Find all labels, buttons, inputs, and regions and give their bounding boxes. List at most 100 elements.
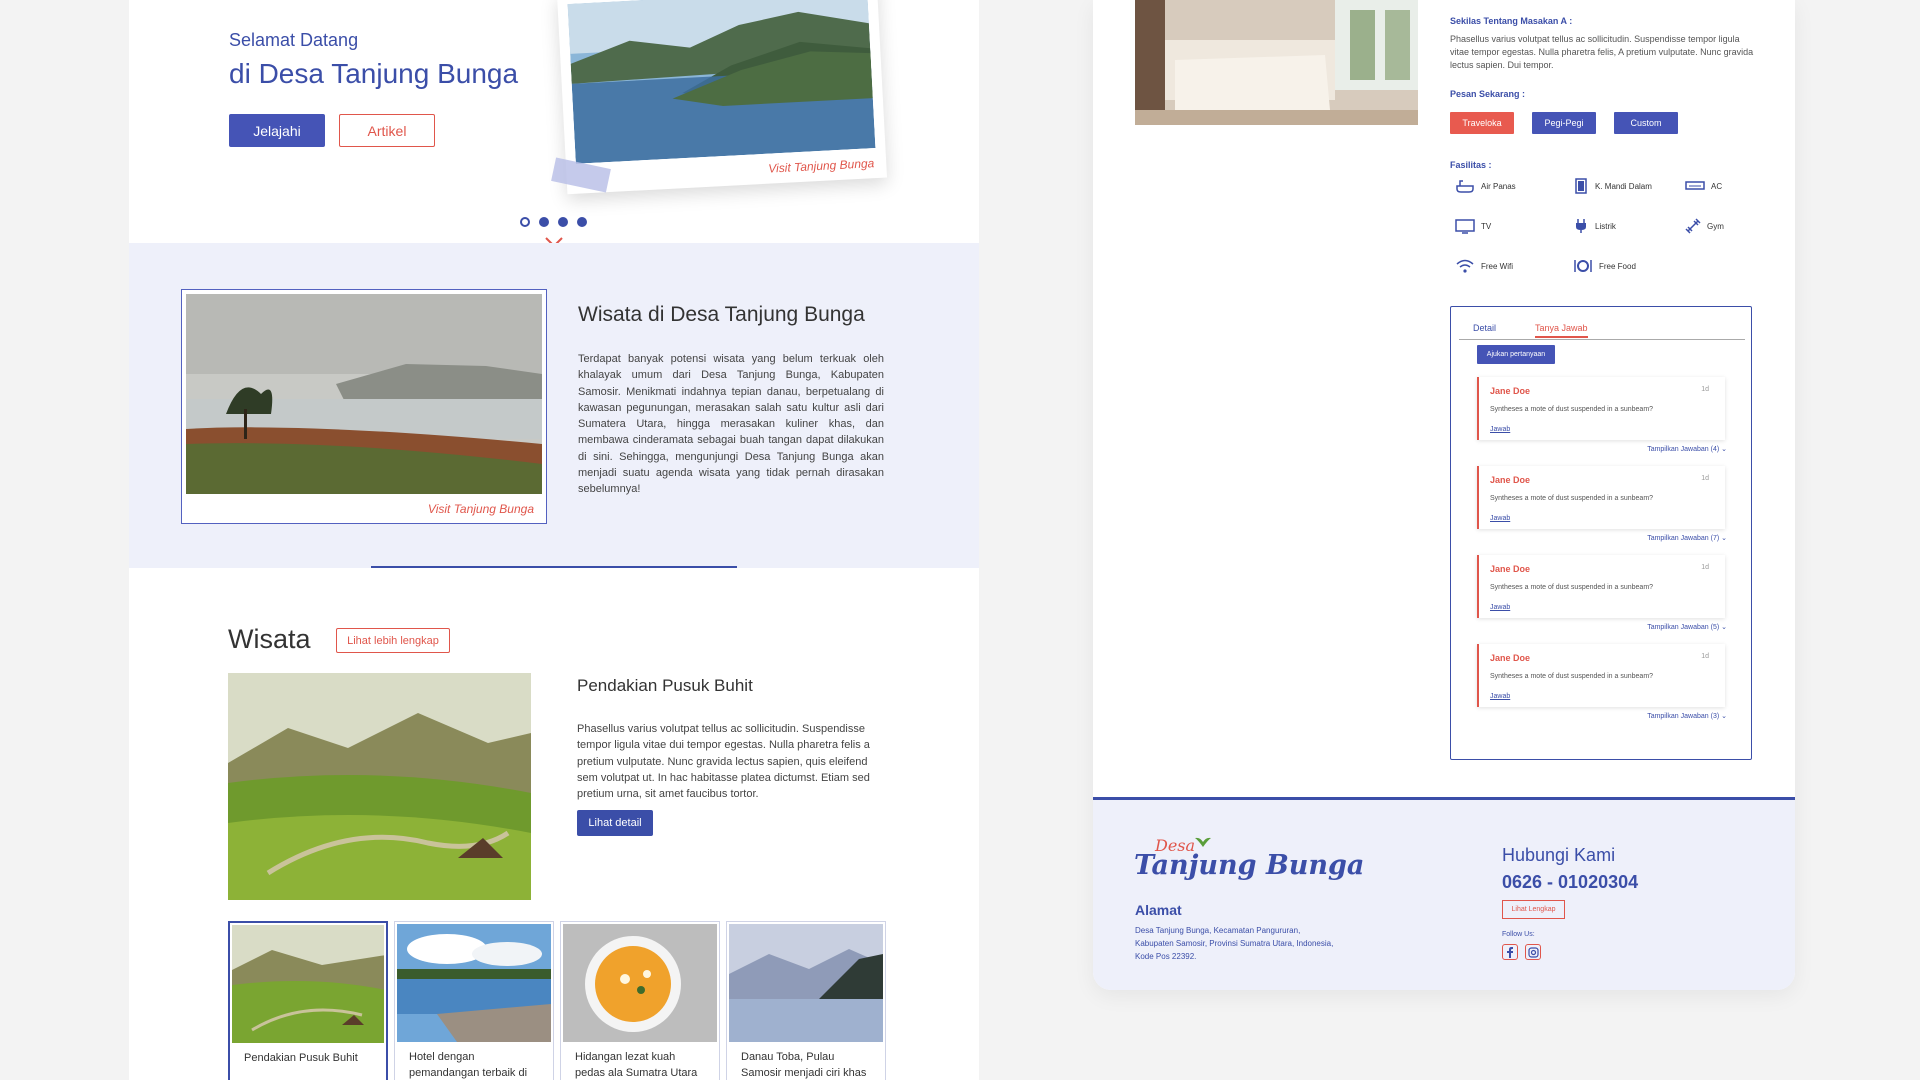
door-icon xyxy=(1575,178,1587,194)
hills-photo xyxy=(232,925,384,1043)
custom-button[interactable]: Custom xyxy=(1614,112,1678,134)
reply-link[interactable]: Jawab xyxy=(1490,604,1510,611)
intro-body: Terdapat banyak potensi wisata yang belu… xyxy=(578,353,884,496)
pegipegi-button[interactable]: Pegi-Pegi xyxy=(1532,112,1596,134)
carousel-dots xyxy=(520,217,587,227)
reply-link[interactable]: Jawab xyxy=(1490,515,1510,522)
featured-title: Pendakian Pusuk Buhit xyxy=(577,676,753,695)
view-detail-button[interactable]: Lihat detail xyxy=(577,810,653,836)
carousel-dot[interactable] xyxy=(558,217,568,227)
show-answers-toggle[interactable]: Tampilkan Jawaban (5) ⌄ xyxy=(1647,623,1727,631)
facility-item: Listrik xyxy=(1573,218,1685,234)
tab-tanya-jawab[interactable]: Tanya Jawab xyxy=(1535,323,1588,338)
soup-photo xyxy=(563,924,717,1042)
show-answers-label: Tampilkan Jawaban (7) xyxy=(1647,535,1720,542)
address-heading: Alamat xyxy=(1135,902,1182,918)
facility-label: TV xyxy=(1481,221,1492,231)
social-links xyxy=(1502,944,1541,960)
thumbnail-card[interactable]: Danau Toba, Pulau Samosir menjadi ciri k… xyxy=(726,921,886,1080)
about-body: Phasellus varius volutpat tellus ac soll… xyxy=(1450,34,1754,70)
air-conditioner-icon xyxy=(1685,181,1705,190)
show-answers-toggle[interactable]: Tampilkan Jawaban (3) ⌄ xyxy=(1647,712,1727,720)
plug-icon xyxy=(1576,219,1586,233)
question-time: 1d xyxy=(1701,653,1709,660)
homepage-panel: Selamat Datang di Desa Tanjung Bunga Jel… xyxy=(129,0,979,1080)
intro-title: Wisata di Desa Tanjung Bunga xyxy=(578,303,865,326)
featured-body: Phasellus varius volutpat tellus ac soll… xyxy=(577,723,870,801)
show-answers-label: Tampilkan Jawaban (4) xyxy=(1647,446,1720,453)
facilities-heading: Fasilitas : xyxy=(1450,160,1492,170)
logo-main-text: Tanjung Bunga xyxy=(1134,850,1365,881)
facility-label: Free Food xyxy=(1599,261,1636,271)
question-text: Syntheses a mote of dust suspended in a … xyxy=(1490,495,1654,502)
question-card: Jane Doe 1d Syntheses a mote of dust sus… xyxy=(1477,377,1725,440)
facility-label: Air Panas xyxy=(1481,181,1516,191)
bathtub-icon xyxy=(1456,180,1474,193)
polaroid-caption: Visit Tanjung Bunga xyxy=(767,156,875,176)
facility-item: Air Panas xyxy=(1455,178,1573,194)
chevron-down-icon: ⌄ xyxy=(1721,446,1727,453)
order-buttons: Traveloka Pegi-Pegi Custom xyxy=(1450,112,1678,134)
facility-item: AC xyxy=(1685,178,1765,194)
question-card: Jane Doe 1d Syntheses a mote of dust sus… xyxy=(1477,644,1725,707)
question-author: Jane Doe xyxy=(1490,653,1531,663)
facebook-icon[interactable] xyxy=(1502,944,1518,960)
reply-link[interactable]: Jawab xyxy=(1490,693,1510,700)
question-author: Jane Doe xyxy=(1490,564,1531,574)
carousel-dot[interactable] xyxy=(577,217,587,227)
facility-item: Gym xyxy=(1685,218,1765,234)
chevron-down-icon: ⌄ xyxy=(1721,624,1727,631)
thumbnail-card[interactable]: Pendakian Pusuk Buhit xyxy=(228,921,388,1080)
facility-item: Free Wifi xyxy=(1455,258,1573,274)
thumbnail-caption: Danau Toba, Pulau Samosir menjadi ciri k… xyxy=(741,1051,867,1079)
dining-icon xyxy=(1574,260,1592,272)
wifi-icon xyxy=(1456,259,1474,273)
footer: Desa Tanjung Bunga Alamat Desa Tanjung B… xyxy=(1093,797,1795,990)
show-answers-label: Tampilkan Jawaban (5) xyxy=(1647,624,1720,631)
ask-question-button[interactable]: Ajukan pertanyaan xyxy=(1477,345,1555,364)
wisata-heading: Wisata xyxy=(228,624,311,654)
instagram-icon[interactable] xyxy=(1525,944,1541,960)
intro-section: Visit Tanjung Bunga Wisata di Desa Tanju… xyxy=(129,243,979,568)
show-answers-label: Tampilkan Jawaban (3) xyxy=(1647,713,1720,720)
detail-panel: Sekilas Tentang Masakan A : Phasellus va… xyxy=(1093,0,1795,990)
address-text: Desa Tanjung Bunga, Kecamatan Pangururan… xyxy=(1135,926,1334,961)
article-button[interactable]: Artikel xyxy=(339,114,435,147)
facilities-grid: Air Panas K. Mandi Dalam AC TV Listrik G… xyxy=(1455,178,1765,274)
hero-title: di Desa Tanjung Bunga xyxy=(229,58,519,89)
facility-item: Free Food xyxy=(1573,258,1685,274)
bedroom-photo xyxy=(1135,0,1418,125)
facility-label: Free Wifi xyxy=(1481,261,1513,271)
contact-heading: Hubungi Kami xyxy=(1502,845,1616,865)
tab-detail[interactable]: Detail xyxy=(1473,323,1496,333)
show-answers-toggle[interactable]: Tampilkan Jawaban (7) ⌄ xyxy=(1647,534,1727,542)
question-time: 1d xyxy=(1701,386,1709,393)
explore-button[interactable]: Jelajahi xyxy=(229,114,325,147)
facility-item: TV xyxy=(1455,218,1573,234)
facility-item: K. Mandi Dalam xyxy=(1573,178,1685,194)
wisata-thumbnails: Pendakian Pusuk Buhit Hotel dengan peman… xyxy=(228,921,886,1080)
dumbbell-icon xyxy=(1685,218,1701,234)
contact-more-button[interactable]: Lihat Lengkap xyxy=(1502,900,1565,919)
leaf-icon xyxy=(1195,837,1211,847)
thumbnail-caption: Hotel dengan pemandangan terbaik di xyxy=(409,1051,528,1079)
traveloka-button[interactable]: Traveloka xyxy=(1450,112,1514,134)
question-author: Jane Doe xyxy=(1490,386,1531,396)
facility-label: Listrik xyxy=(1595,221,1616,231)
featured-photo xyxy=(228,673,531,900)
facility-label: Gym xyxy=(1707,221,1724,231)
reply-link[interactable]: Jawab xyxy=(1490,426,1510,433)
hero-polaroid: Visit Tanjung Bunga xyxy=(556,0,888,195)
carousel-dot[interactable] xyxy=(539,217,549,227)
show-answers-toggle[interactable]: Tampilkan Jawaban (4) ⌄ xyxy=(1647,445,1727,453)
question-card: Jane Doe 1d Syntheses a mote of dust sus… xyxy=(1477,555,1725,618)
see-more-button[interactable]: Lihat lebih lengkap xyxy=(336,628,450,653)
thumbnail-card[interactable]: Hotel dengan pemandangan terbaik di xyxy=(394,921,554,1080)
thumbnail-card[interactable]: Hidangan lezat kuah pedas ala Sumatra Ut… xyxy=(560,921,720,1080)
order-heading: Pesan Sekarang : xyxy=(1450,89,1526,99)
hero-greeting: Selamat Datang xyxy=(229,30,359,50)
question-time: 1d xyxy=(1701,564,1709,571)
section-divider xyxy=(371,566,737,568)
carousel-dot[interactable] xyxy=(520,217,530,227)
question-text: Syntheses a mote of dust suspended in a … xyxy=(1490,406,1654,413)
